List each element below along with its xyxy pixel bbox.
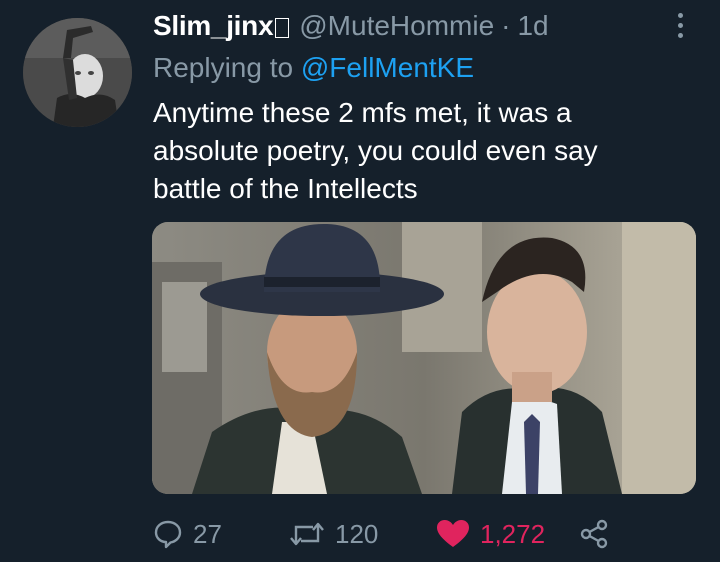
tweet-media-image[interactable] bbox=[152, 222, 696, 494]
like-button[interactable]: 1,272 bbox=[436, 514, 545, 554]
tweet-actions: 27 120 1,272 bbox=[153, 514, 623, 554]
heart-icon bbox=[437, 520, 469, 547]
tweet-text: Anytime these 2 mfs met, it was a absolu… bbox=[153, 94, 673, 208]
avatar-image bbox=[23, 18, 132, 127]
retweet-icon bbox=[290, 522, 324, 546]
tweet-header: Slim_jinx @MuteHommie · 1d bbox=[153, 8, 680, 44]
timestamp[interactable]: 1d bbox=[517, 10, 548, 42]
reply-icon bbox=[154, 520, 182, 549]
replying-to-label: Replying to bbox=[153, 52, 294, 83]
display-name[interactable]: Slim_jinx bbox=[153, 10, 274, 42]
tweet-text-line: absolute poetry, you could even say bbox=[153, 135, 598, 166]
share-button[interactable] bbox=[579, 514, 609, 554]
retweet-count: 120 bbox=[335, 518, 379, 549]
replying-to: Replying to @FellMentKE bbox=[153, 52, 474, 84]
emoji-placeholder-icon bbox=[275, 18, 290, 38]
tweet-text-line: Anytime these 2 mfs met, it was a bbox=[153, 97, 572, 128]
like-count: 1,272 bbox=[480, 518, 546, 549]
user-handle[interactable]: @MuteHommie bbox=[299, 10, 494, 42]
reply-count: 27 bbox=[193, 518, 222, 549]
media-photo bbox=[152, 222, 696, 494]
reply-button[interactable]: 27 bbox=[153, 514, 222, 554]
retweet-button[interactable]: 120 bbox=[289, 514, 378, 554]
reply-target-link[interactable]: @FellMentKE bbox=[301, 52, 474, 83]
share-icon bbox=[580, 519, 608, 549]
separator-dot: · bbox=[501, 10, 511, 41]
more-options-icon[interactable] bbox=[671, 10, 689, 40]
avatar[interactable] bbox=[23, 18, 132, 127]
tweet-text-line: battle of the Intellects bbox=[153, 173, 418, 204]
